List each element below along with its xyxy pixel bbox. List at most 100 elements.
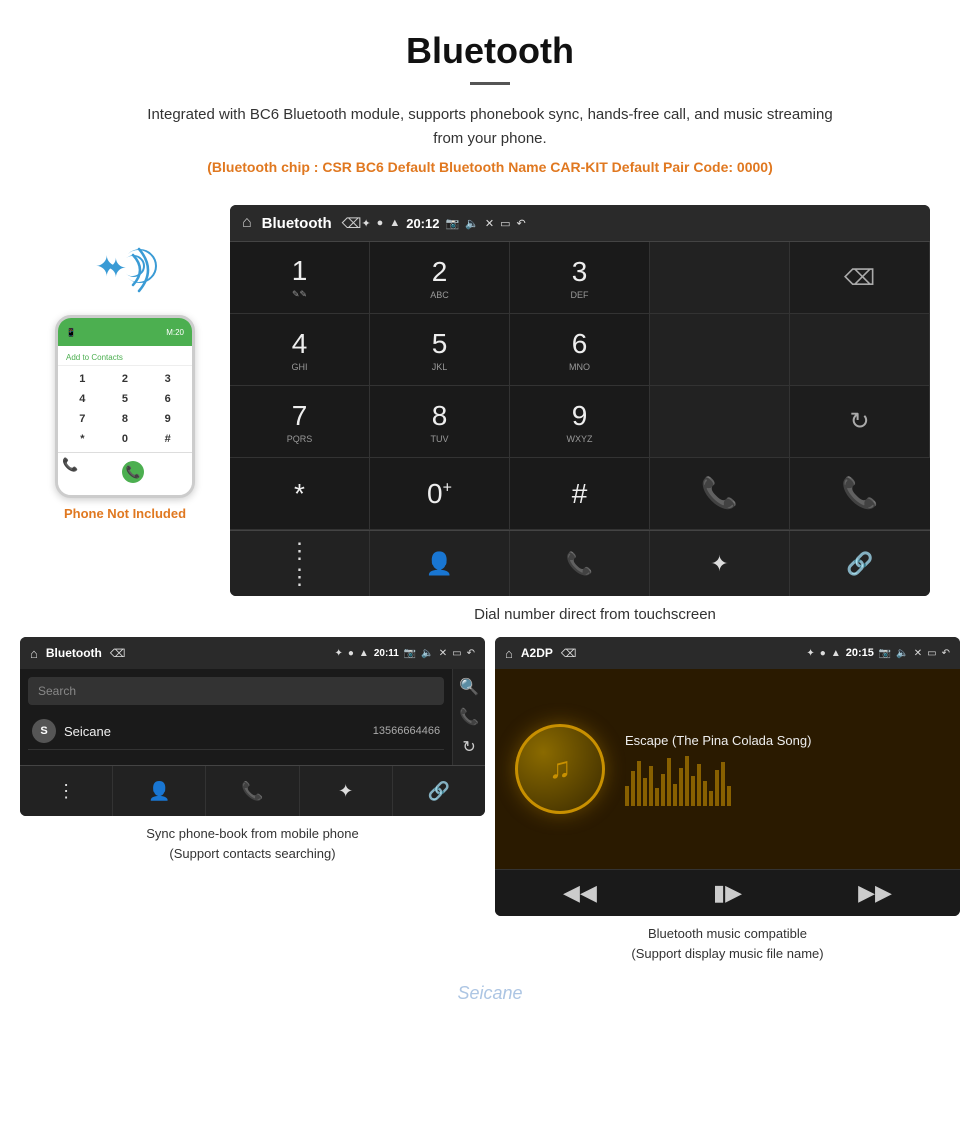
dial-call-button[interactable]: 📞 (650, 458, 790, 530)
dial-key-7[interactable]: 7 PQRS (230, 386, 370, 458)
dial-num-8: 8 (432, 400, 448, 432)
bottom-row: ⌂ Bluetooth ⌫ ✦ ● ▲ 20:11 📷 🔈 ✕ ▭ ↶ (0, 637, 980, 983)
dial-backspace-button[interactable]: ⌫ (790, 242, 930, 314)
pb-close-icon[interactable]: ✕ (439, 648, 447, 659)
phone-dialer-grid: 1 2 3 4 5 6 7 8 9 * 0 # (58, 366, 192, 452)
pb-refresh-side-icon[interactable]: ↻ (462, 737, 475, 757)
dial-num-0: 0+ (427, 478, 452, 510)
pb-toolbar-bluetooth[interactable]: ✦ (300, 766, 393, 816)
dial-letters-2: ABC (430, 290, 449, 300)
dial-screen-title: Bluetooth (262, 215, 332, 232)
eq-bar-16 (715, 770, 719, 806)
pb-win-icon[interactable]: ▭ (452, 648, 461, 659)
music-bt-icon: ✦ (806, 648, 814, 659)
dial-key-3[interactable]: 3 DEF (510, 242, 650, 314)
music-home-icon[interactable]: ⌂ (505, 646, 513, 661)
dial-key-5[interactable]: 5 JKL (370, 314, 510, 386)
dial-display-area (650, 242, 790, 314)
phone-end-icon[interactable]: 📞 (62, 457, 78, 487)
music-win-icon[interactable]: ▭ (927, 648, 936, 659)
phone-key-hash[interactable]: # (147, 430, 188, 448)
pb-toolbar-dialpad[interactable]: ⋮ (20, 766, 113, 816)
main-content: ✦ ✦ 📱 M:20 Add to Contacts 1 2 (0, 185, 980, 637)
phone-key-4[interactable]: 4 (62, 390, 103, 408)
dial-key-hash[interactable]: # (510, 458, 650, 530)
pb-toolbar-phone[interactable]: 📞 (206, 766, 299, 816)
eq-bar-10 (679, 768, 683, 806)
phone-key-0[interactable]: 0 (105, 430, 146, 448)
music-vol-icon[interactable]: 🔈 (896, 648, 908, 659)
dial-letters-8: TUV (431, 434, 449, 444)
dial-empty-r2c4 (650, 314, 790, 386)
phone-key-5[interactable]: 5 (105, 390, 146, 408)
bluetooth-waves: ✦ ✦ (85, 235, 165, 305)
pb-camera-icon[interactable]: 📷 (404, 648, 416, 659)
dial-key-0[interactable]: 0+ (370, 458, 510, 530)
toolbar-dialpad-button[interactable]: ⋮⋮ (230, 531, 370, 596)
dial-letters-9: WXYZ (567, 434, 593, 444)
pb-bt-icon: ✦ (334, 648, 342, 659)
dial-key-1[interactable]: 1 ✎✎ (230, 242, 370, 314)
pb-dialpad-icon: ⋮ (57, 781, 75, 802)
volume-icon[interactable]: 🔈 (465, 217, 479, 230)
link-icon: 🔗 (846, 551, 873, 577)
toolbar-link-button[interactable]: 🔗 (790, 531, 930, 596)
dial-key-6[interactable]: 6 MNO (510, 314, 650, 386)
dial-refresh-button[interactable]: ↻ (790, 386, 930, 458)
home-icon[interactable]: ⌂ (242, 214, 252, 232)
pb-caption-line1: Sync phone-book from mobile phone (146, 824, 358, 844)
music-camera-icon[interactable]: 📷 (879, 648, 891, 659)
phonebook-item: ⌂ Bluetooth ⌫ ✦ ● ▲ 20:11 📷 🔈 ✕ ▭ ↶ (20, 637, 485, 963)
phone-key-6[interactable]: 6 (147, 390, 188, 408)
phone-key-9[interactable]: 9 (147, 410, 188, 428)
pb-toolbar-link[interactable]: 🔗 (393, 766, 485, 816)
music-close-icon[interactable]: ✕ (914, 648, 922, 659)
music-prev-button[interactable]: ◀◀ (563, 880, 597, 906)
eq-bar-15 (709, 791, 713, 806)
pb-vol-icon[interactable]: 🔈 (421, 648, 433, 659)
page-header: Bluetooth Integrated with BC6 Bluetooth … (0, 0, 980, 185)
phone-top-bar: 📱 M:20 (58, 318, 192, 346)
phone-key-2[interactable]: 2 (105, 370, 146, 388)
music-play-pause-button[interactable]: ▮▶ (713, 880, 742, 906)
dial-letters-4: GHI (291, 362, 307, 372)
eq-bar-7 (661, 774, 665, 806)
back-icon[interactable]: ↶ (517, 217, 526, 230)
pb-search-bar[interactable]: Search (28, 677, 444, 705)
camera-icon[interactable]: 📷 (445, 217, 459, 230)
music-back-icon[interactable]: ↶ (942, 648, 950, 659)
dial-key-8[interactable]: 8 TUV (370, 386, 510, 458)
pb-contact-avatar: S (32, 719, 56, 743)
music-next-button[interactable]: ▶▶ (858, 880, 892, 906)
close-icon[interactable]: ✕ (485, 217, 494, 230)
eq-bar-8 (667, 758, 671, 806)
phone-key-3[interactable]: 3 (147, 370, 188, 388)
dial-key-4[interactable]: 4 GHI (230, 314, 370, 386)
phone-key-7[interactable]: 7 (62, 410, 103, 428)
phone-call-button[interactable]: 📞 (122, 461, 144, 483)
eq-bar-2 (631, 771, 635, 806)
pb-bt-toolbar-icon: ✦ (338, 781, 353, 802)
eq-bar-1 (625, 786, 629, 806)
pb-search-side-icon[interactable]: 🔍 (459, 677, 479, 697)
refresh-icon: ↻ (849, 407, 869, 436)
pb-call-side-icon[interactable]: 📞 (459, 707, 479, 727)
phone-key-star[interactable]: * (62, 430, 103, 448)
phone-key-1[interactable]: 1 (62, 370, 103, 388)
pb-home-icon[interactable]: ⌂ (30, 646, 38, 661)
window-icon[interactable]: ▭ (500, 217, 510, 230)
toolbar-bluetooth-button[interactable]: ✦ (650, 531, 790, 596)
header-specs: (Bluetooth chip : CSR BC6 Default Blueto… (40, 159, 940, 175)
dial-hangup-button[interactable]: 📞 (790, 458, 930, 530)
dial-key-star[interactable]: * (230, 458, 370, 530)
pb-contact-row[interactable]: S Seicane 13566664466 (28, 713, 444, 750)
phone-status-time: M:20 (166, 328, 184, 337)
pb-back-icon[interactable]: ↶ (467, 648, 475, 659)
pb-toolbar-contacts-active[interactable]: 👤 (113, 766, 206, 816)
phone-key-8[interactable]: 8 (105, 410, 146, 428)
dial-key-2[interactable]: 2 ABC (370, 242, 510, 314)
toolbar-phone-button[interactable]: 📞 (510, 531, 650, 596)
toolbar-contacts-button[interactable]: 👤 (370, 531, 510, 596)
music-album-art: ♫ (515, 724, 605, 814)
dial-key-9[interactable]: 9 WXYZ (510, 386, 650, 458)
